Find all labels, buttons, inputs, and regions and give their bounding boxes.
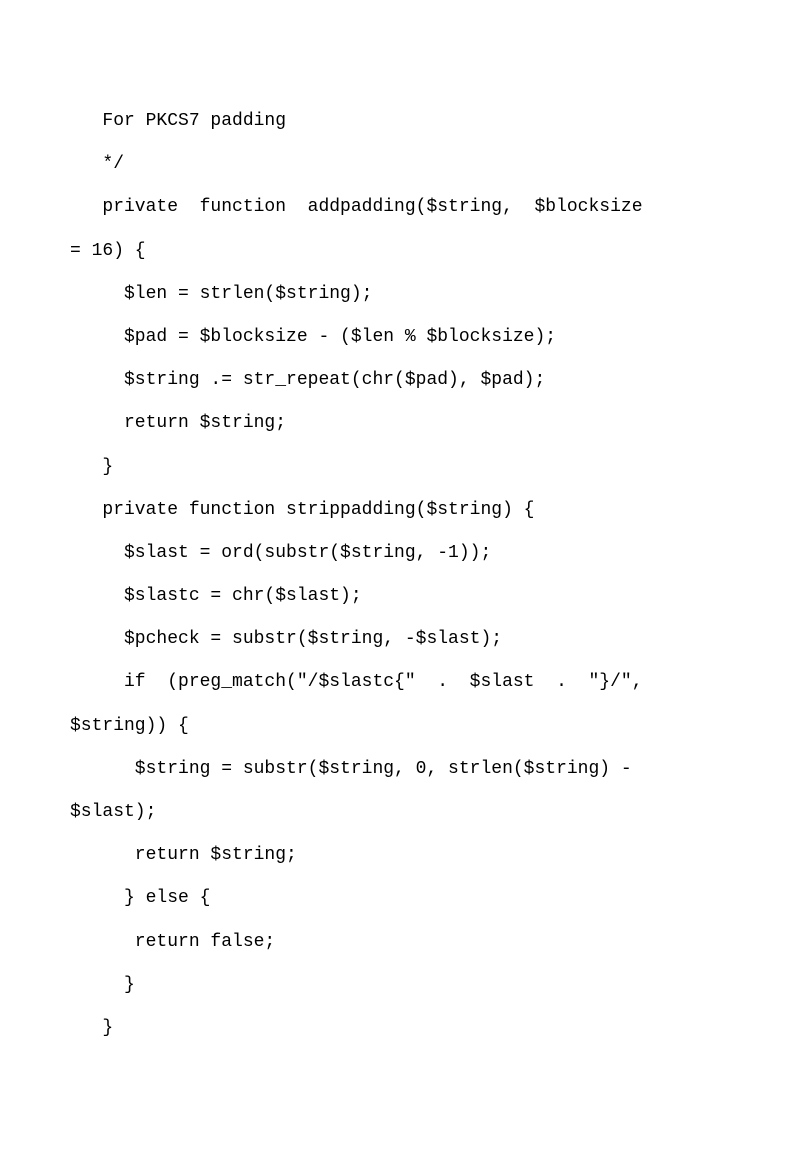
- code-line: $pcheck = substr($string, -$slast);: [70, 618, 730, 661]
- code-line: */: [70, 143, 730, 186]
- code-line: if (preg_match("/$slastc{" . $slast . "}…: [70, 661, 730, 704]
- code-line: $slastc = chr($slast);: [70, 575, 730, 618]
- code-line: $pad = $blocksize - ($len % $blocksize);: [70, 316, 730, 359]
- code-line: $string)) {: [70, 705, 730, 748]
- code-page: For PKCS7 padding */ private function ad…: [0, 0, 800, 1150]
- code-line: $len = strlen($string);: [70, 273, 730, 316]
- code-line: private function addpadding($string, $bl…: [70, 186, 730, 229]
- code-line: $string .= str_repeat(chr($pad), $pad);: [70, 359, 730, 402]
- code-line: = 16) {: [70, 230, 730, 273]
- code-line: return false;: [70, 921, 730, 964]
- code-line: }: [70, 446, 730, 489]
- code-line: }: [70, 1007, 730, 1050]
- code-line: $slast = ord(substr($string, -1));: [70, 532, 730, 575]
- code-line: $string = substr($string, 0, strlen($str…: [70, 748, 730, 791]
- code-line: For PKCS7 padding: [70, 100, 730, 143]
- code-line: $slast);: [70, 791, 730, 834]
- code-line: private function strippadding($string) {: [70, 489, 730, 532]
- code-line: return $string;: [70, 402, 730, 445]
- code-line: }: [70, 964, 730, 1007]
- code-line: } else {: [70, 877, 730, 920]
- code-line: return $string;: [70, 834, 730, 877]
